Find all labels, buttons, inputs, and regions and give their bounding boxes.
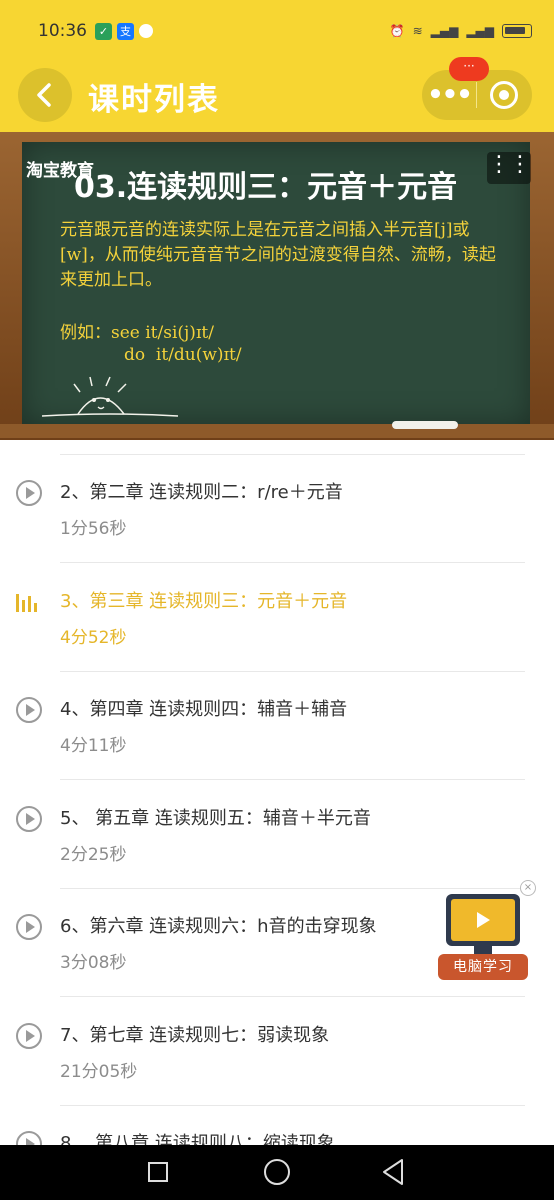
play-circle-icon <box>16 805 42 832</box>
play-circle-icon <box>16 1022 42 1049</box>
lesson-title: 6、第六章 连读规则六：h音的击穿现象 <box>60 916 377 937</box>
pc-study-label: 电脑学习 <box>438 954 528 980</box>
back-button[interactable] <box>18 68 72 122</box>
shield-icon: ✓ <box>95 22 112 40</box>
lesson-item[interactable]: 2、第二章 连读规则二：r/re＋元音 1分56秒 <box>0 440 554 563</box>
page-title: 课时列表 <box>88 82 220 118</box>
lesson-duration: 1分56秒 <box>60 519 127 539</box>
lesson-list[interactable]: 2、第二章 连读规则二：r/re＋元音 1分56秒 3、第三章 连读规则三：元音＋元… <box>0 440 554 1145</box>
play-icon <box>451 899 515 941</box>
pc-study-widget[interactable]: × 电脑学习 <box>438 880 536 990</box>
wifi-icon: ≋ <box>412 24 423 38</box>
sun-doodle-icon <box>41 376 179 417</box>
target-circle-icon <box>490 81 518 109</box>
play-circle-icon <box>16 1131 42 1145</box>
lesson-item[interactable]: 3、第三章 连读规则三：元音＋元音 4分52秒 <box>0 549 554 672</box>
lesson-duration: 3分08秒 <box>60 953 127 973</box>
chalk-ledge <box>0 424 554 438</box>
lesson-duration: 21分05秒 <box>60 1061 138 1082</box>
lesson-item[interactable]: 4、第四章 连读规则四：辅音＋辅音 4分11秒 <box>0 657 554 780</box>
lesson-duration: 4分52秒 <box>60 627 127 648</box>
chat-icon <box>139 24 153 38</box>
alipay-icon: 支 <box>117 22 134 40</box>
status-time: 10:36 <box>38 21 87 41</box>
lesson-duration: 4分11秒 <box>60 736 127 756</box>
system-nav-bar <box>0 1145 554 1200</box>
recent-apps-button[interactable] <box>148 1162 168 1182</box>
video-player[interactable]: 淘宝教育 03.连读规则三：元音＋元音 ⋮⋮ 元音跟元音的连读实际上是在元音之间… <box>0 132 554 440</box>
monitor-stand <box>474 946 492 954</box>
slide-example-1: 例如：see it/si(j)ɪt/ <box>60 323 214 343</box>
now-playing-icon <box>16 590 42 612</box>
lesson-item[interactable]: 8、 第八章 连读规则八：缩读现象 <box>0 1091 554 1145</box>
signal-icon: ▂▄▆ <box>430 24 459 38</box>
lesson-duration: 2分25秒 <box>60 844 127 865</box>
lesson-title: 2、第二章 连读规则二：r/re＋元音 <box>60 482 343 503</box>
notification-badge: ··· <box>449 57 489 81</box>
chevron-left-icon <box>37 83 51 107</box>
lesson-item[interactable]: 7、第七章 连读规则七：弱读现象 21分05秒 <box>0 983 554 1106</box>
play-circle-icon <box>16 480 42 506</box>
play-circle-icon <box>16 697 42 723</box>
play-circle-icon <box>16 914 42 940</box>
signal-icon: ▂▄▆ <box>466 24 494 38</box>
lesson-title: 4、第四章 连读规则四：辅音＋辅音 <box>60 699 348 720</box>
battery-icon <box>502 24 532 38</box>
app-screen: 10:36 ✓ 支 ⏰ ≋ ▂▄▆ ▂▄▆ 课时列表 ••• ··· 淘宝教育 … <box>0 0 554 1200</box>
lesson-item[interactable]: 5、 第五章 连读规则五：辅音＋半元音 2分25秒 <box>0 766 554 889</box>
home-button[interactable] <box>264 1159 290 1185</box>
status-bar: 10:36 ✓ 支 ⏰ ≋ ▂▄▆ ▂▄▆ <box>0 0 554 62</box>
close-miniprogram-button[interactable] <box>477 81 531 109</box>
lesson-title: 5、 第五章 连读规则五：辅音＋半元音 <box>60 807 371 829</box>
slide-example-2: do it/du(w)ɪt/ <box>124 345 242 365</box>
lesson-title: 3、第三章 连读规则三：元音＋元音 <box>60 590 348 612</box>
top-header: 课时列表 ••• ··· <box>0 57 554 132</box>
widget-close-icon[interactable]: × <box>520 880 536 896</box>
lesson-title: 8、 第八章 连读规则八：缩读现象 <box>60 1133 335 1145</box>
alarm-icon: ⏰ <box>389 24 405 38</box>
video-menu-button[interactable]: ⋮⋮ <box>487 152 531 184</box>
slide-body-text: 元音跟元音的连读实际上是在元音之间插入半元音[j]或[w]，从而使纯元音音节之间… <box>60 220 496 290</box>
back-nav-button[interactable] <box>380 1157 406 1187</box>
monitor-icon <box>446 894 520 946</box>
status-icons: ⏰ ≋ ▂▄▆ ▂▄▆ <box>390 24 532 38</box>
video-slide-title: 03.连读规则三：元音＋元音 <box>74 170 458 205</box>
lesson-title: 7、第七章 连读规则七：弱读现象 <box>60 1024 330 1046</box>
chalk-stick <box>392 421 458 429</box>
